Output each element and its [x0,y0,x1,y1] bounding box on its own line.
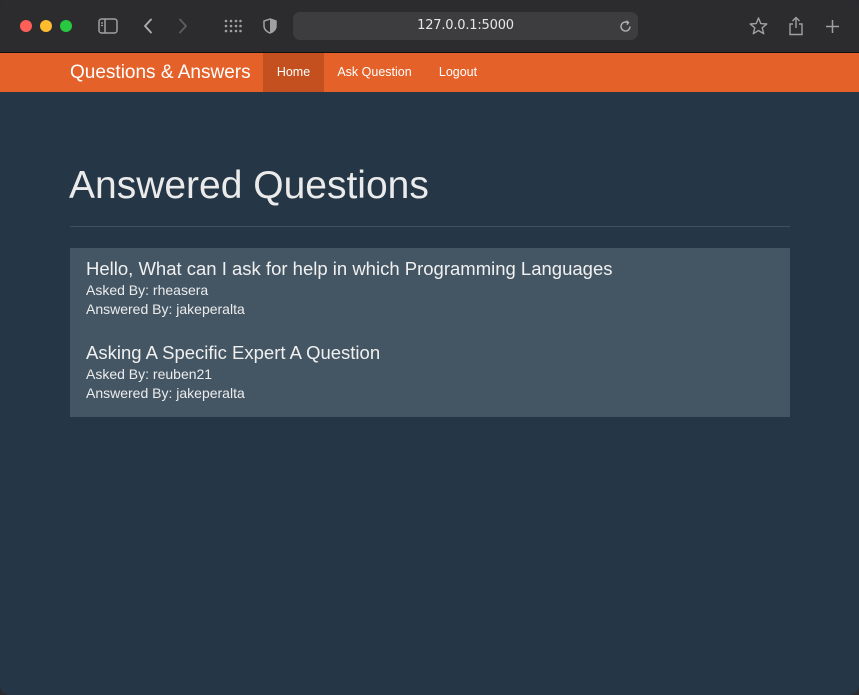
share-icon[interactable] [786,14,806,38]
reload-icon[interactable] [617,18,633,34]
nav-ask-question[interactable]: Ask Question [327,53,422,92]
asked-by: Asked By: reuben21 [86,366,213,382]
nav-home[interactable]: Home [263,53,324,92]
shield-icon[interactable] [261,14,279,38]
question-list: Hello, What can I ask for help in which … [70,248,790,417]
minimize-window-button[interactable] [40,20,52,32]
divider [70,226,790,227]
sidebar-icon[interactable] [96,14,120,38]
back-icon[interactable] [140,14,156,38]
list-item: Asking A Specific Expert A Question Aske… [86,341,776,403]
asked-by: Asked By: rheasera [86,282,209,298]
forward-icon[interactable] [175,14,191,38]
brand-link[interactable]: Questions & Answers [70,53,251,92]
star-icon[interactable] [747,14,769,38]
page-title: Answered Questions [69,164,429,207]
grid-icon[interactable] [222,14,244,38]
answered-by: Answered By: jakeperalta [86,385,245,401]
browser-toolbar: 127.0.0.1:5000 [0,0,859,53]
browser-window: 127.0.0.1:5000 Questions & Answers Home … [0,0,859,695]
address-bar[interactable]: 127.0.0.1:5000 [293,12,638,40]
app-navbar: Questions & Answers Home Ask Question Lo… [0,53,859,92]
list-item: Hello, What can I ask for help in which … [86,257,776,319]
nav-logout[interactable]: Logout [428,53,488,92]
zoom-window-button[interactable] [60,20,72,32]
question-title-link[interactable]: Asking A Specific Expert A Question [86,341,776,365]
answered-by: Answered By: jakeperalta [86,301,245,317]
url-text: 127.0.0.1:5000 [417,18,514,33]
new-tab-icon[interactable] [822,14,842,38]
question-title-link[interactable]: Hello, What can I ask for help in which … [86,257,776,281]
close-window-button[interactable] [20,20,32,32]
